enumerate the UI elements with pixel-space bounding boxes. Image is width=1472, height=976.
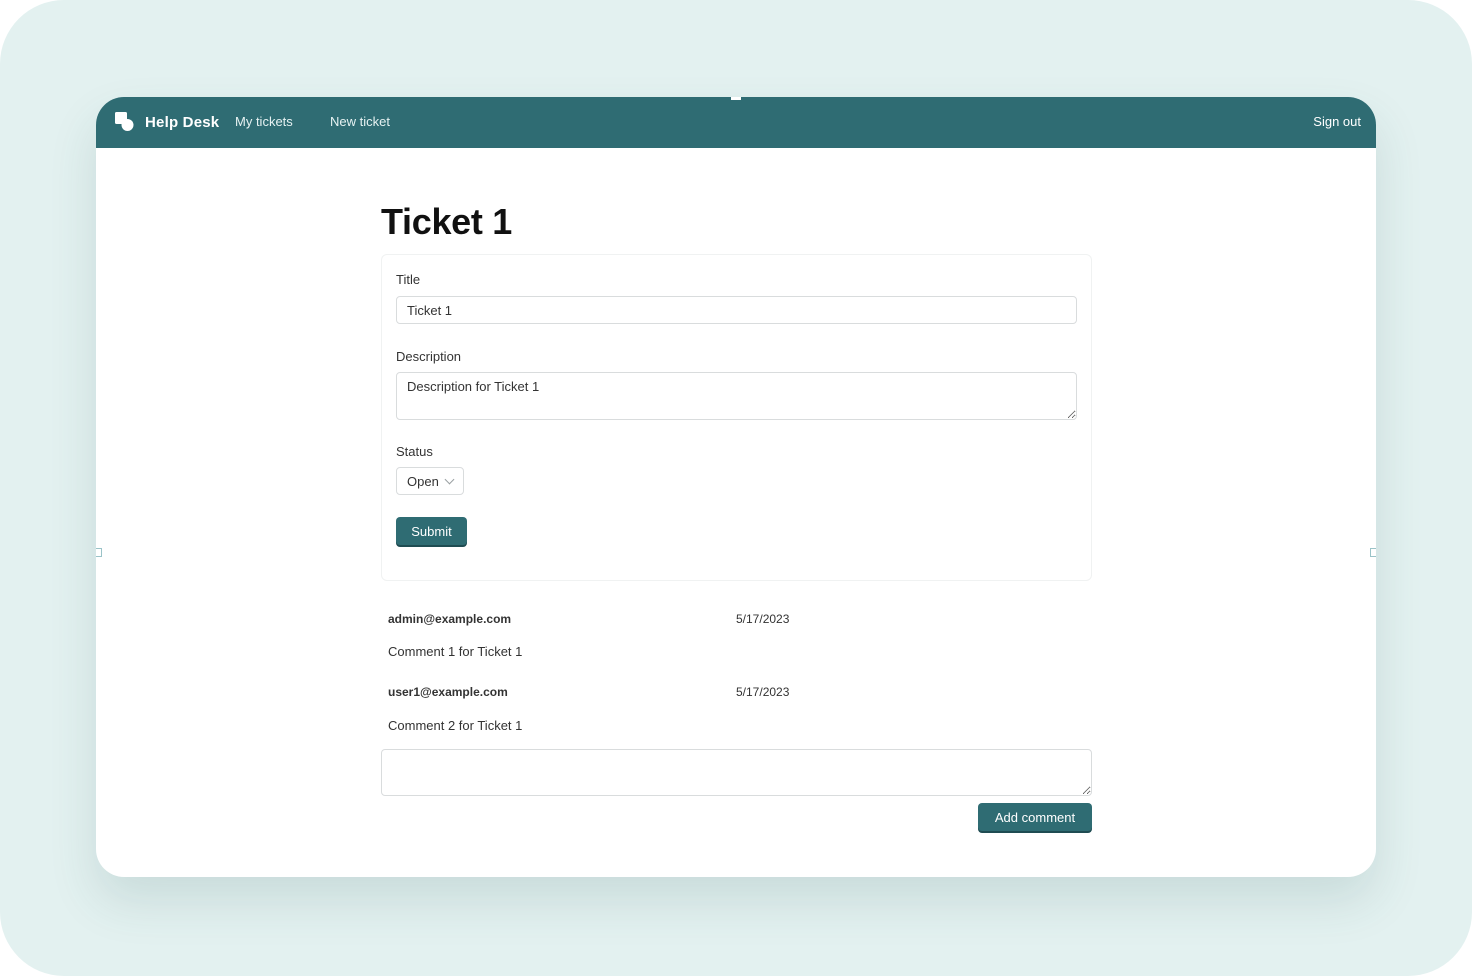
sign-out-link[interactable]: Sign out — [1313, 114, 1361, 129]
description-label: Description — [396, 349, 462, 364]
nav-my-tickets[interactable]: My tickets — [235, 114, 293, 129]
chevron-down-icon — [444, 474, 455, 484]
window-notch — [731, 97, 741, 100]
brand-name: Help Desk — [145, 113, 220, 131]
title-input[interactable] — [396, 296, 1077, 324]
ticket-form-card: Title Description Description for Ticket… — [381, 254, 1092, 581]
comment-author: user1@example.com — [388, 685, 508, 699]
comment-body: Comment 2 for Ticket 1 — [388, 718, 523, 733]
status-selected-value: Open — [407, 473, 439, 489]
top-navigation-bar: Help Desk My tickets New ticket Sign out — [96, 97, 1376, 148]
status-label: Status — [396, 444, 433, 459]
left-resize-handle[interactable] — [96, 548, 102, 557]
browser-window: Help Desk My tickets New ticket Sign out… — [96, 97, 1376, 877]
comment-author: admin@example.com — [388, 612, 512, 626]
comment-date: 5/17/2023 — [736, 612, 790, 626]
page-title: Ticket 1 — [381, 201, 513, 242]
nav-new-ticket[interactable]: New ticket — [330, 114, 390, 129]
comment-body: Comment 1 for Ticket 1 — [388, 644, 523, 659]
description-textarea[interactable]: Description for Ticket 1 — [396, 372, 1077, 420]
brand-link[interactable]: Help Desk — [114, 110, 219, 134]
title-label: Title — [396, 272, 421, 287]
help-desk-logo-icon — [114, 111, 136, 133]
new-comment-textarea[interactable] — [381, 749, 1092, 796]
status-select[interactable]: Open — [396, 467, 464, 495]
comment-date: 5/17/2023 — [736, 685, 790, 699]
add-comment-button[interactable]: Add comment — [978, 803, 1092, 831]
right-resize-handle[interactable] — [1370, 548, 1376, 557]
submit-button[interactable]: Submit — [396, 517, 467, 545]
